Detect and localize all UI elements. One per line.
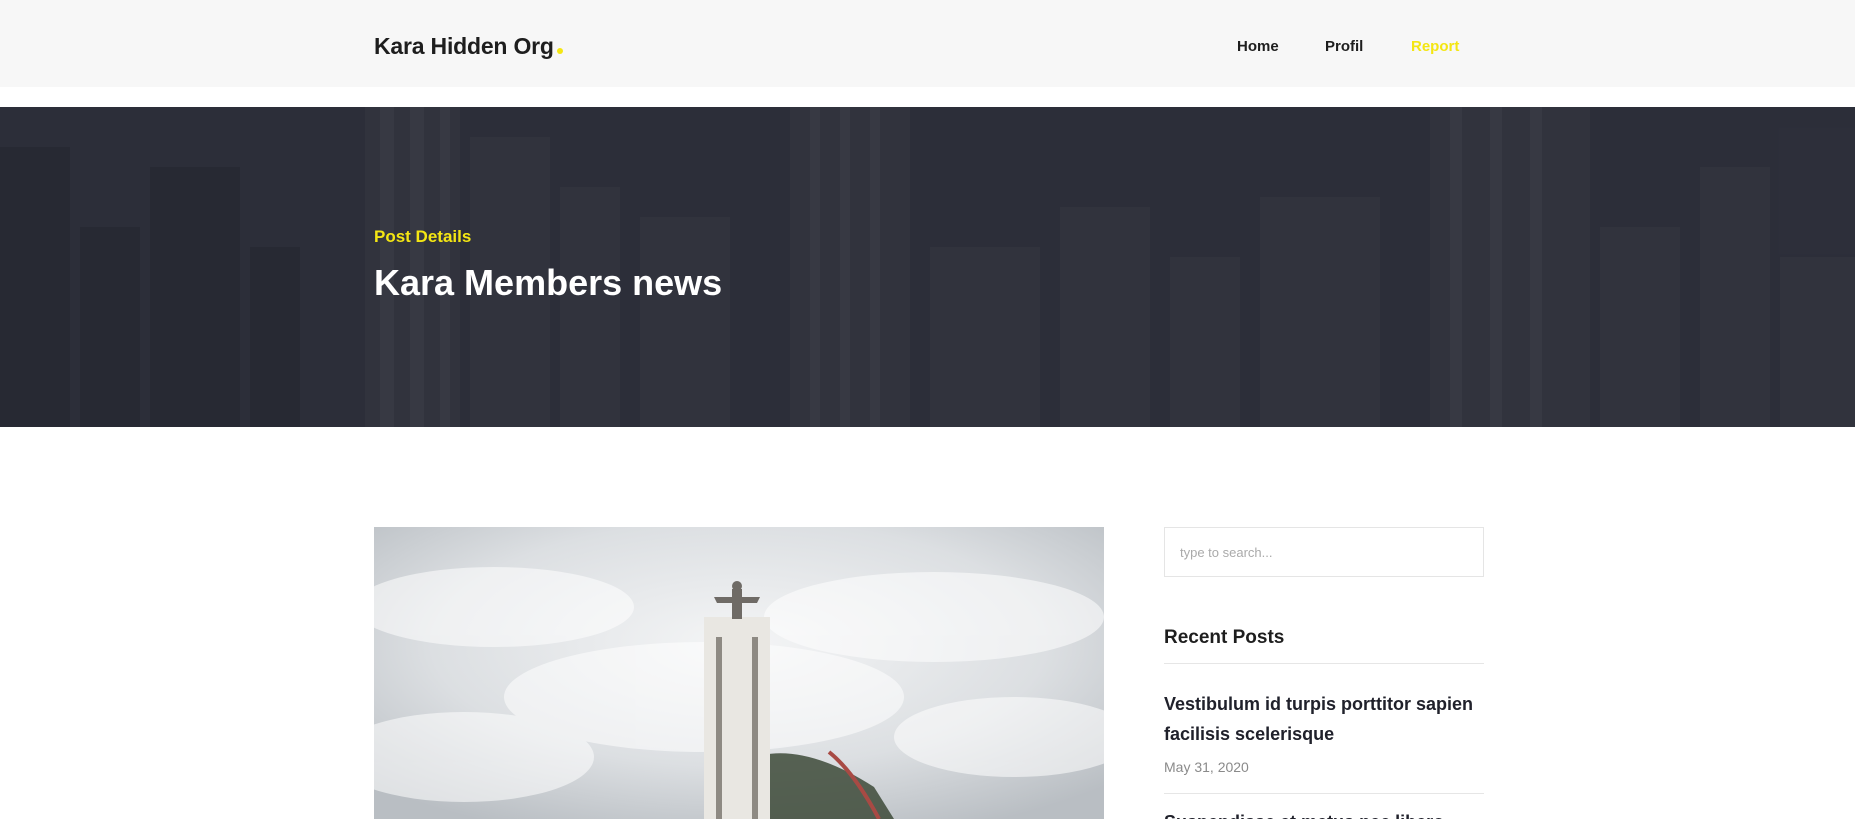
recent-post-date: May 31, 2020: [1164, 759, 1249, 775]
page-title: Kara Members news: [374, 262, 723, 303]
site-logo[interactable]: Kara Hidden Org: [374, 33, 563, 60]
recent-post-title[interactable]: Suspendisse et metus nec libero: [1164, 807, 1484, 819]
logo-text: Kara Hidden Org: [374, 33, 554, 59]
recent-posts-heading: Recent Posts: [1164, 627, 1285, 648]
hero-subtitle: Post Details: [374, 227, 472, 246]
site-header: Kara Hidden Org Home Profil Report: [0, 0, 1855, 97]
nav-report-link[interactable]: Report: [1411, 38, 1459, 55]
page-hero: Post Details Kara Members news: [0, 107, 1855, 427]
logo-dot: [556, 48, 563, 54]
post-featured-image: [374, 527, 1104, 819]
recent-post-title[interactable]: Vestibulum id turpis porttitor sapien fa…: [1164, 689, 1484, 749]
sidebar-divider: [1164, 663, 1484, 664]
nav-home-link[interactable]: Home: [1237, 38, 1279, 55]
nav-profil-link[interactable]: Profil: [1325, 38, 1363, 55]
search-input[interactable]: [1165, 528, 1483, 576]
sidebar-divider: [1164, 793, 1484, 794]
hero-overlay: [0, 107, 1855, 427]
search-box: [1164, 527, 1484, 577]
